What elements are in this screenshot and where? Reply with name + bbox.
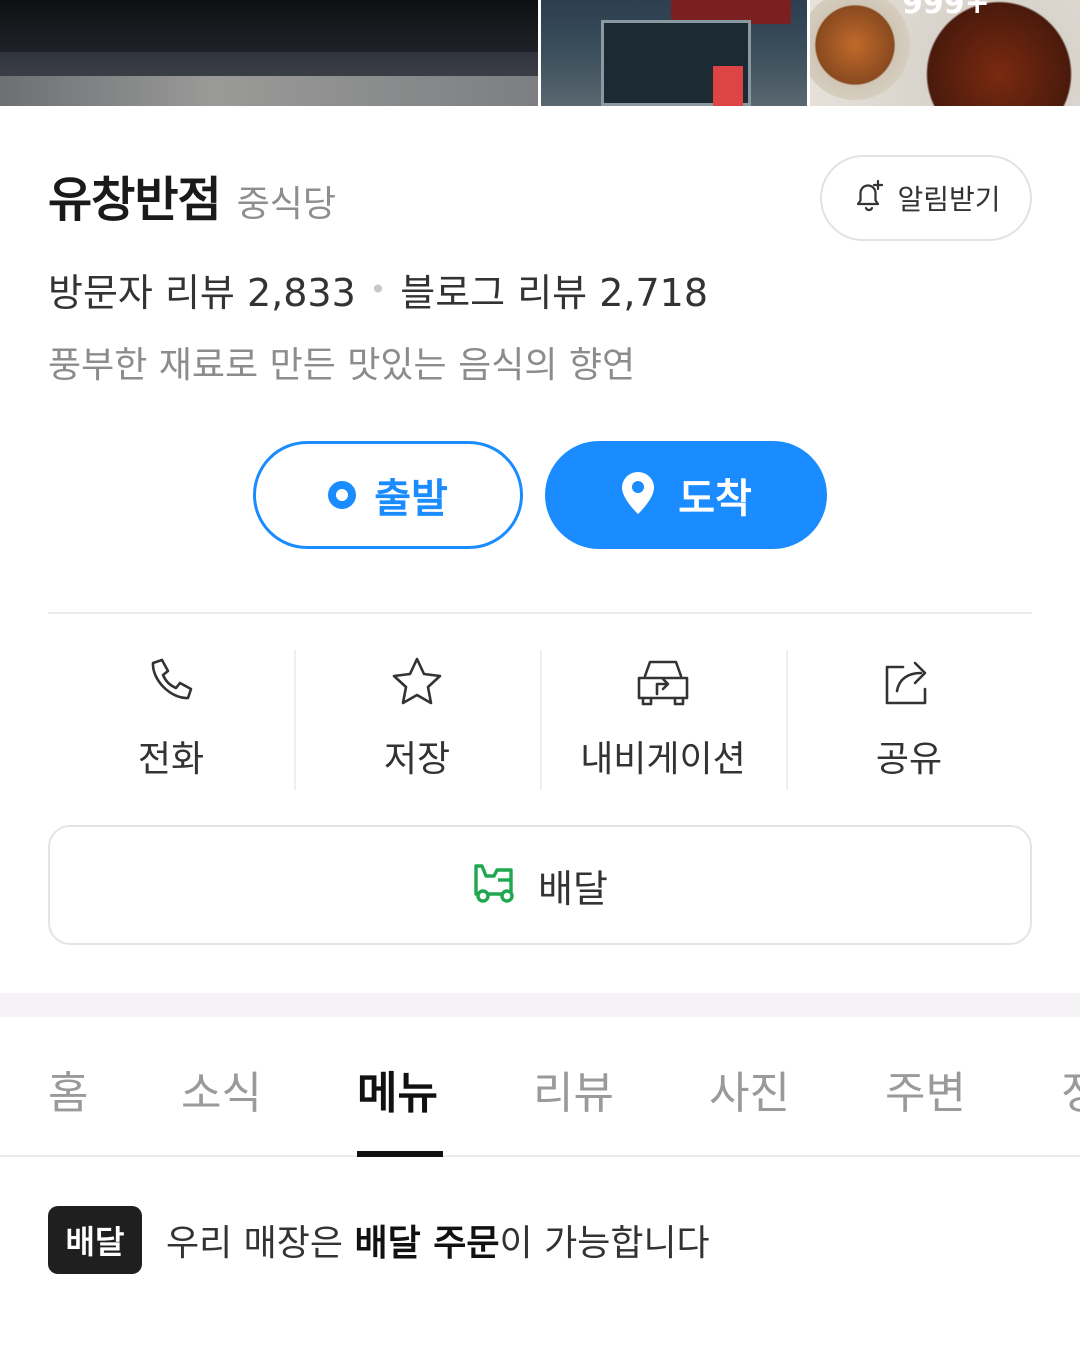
place-category: 중식당: [236, 184, 337, 225]
delivery-truck-icon: [472, 862, 518, 908]
delivery-badge: 배달: [48, 1206, 142, 1274]
photo-strip[interactable]: 999+: [0, 0, 1080, 106]
navigation-label: 내비게이션: [580, 739, 746, 780]
star-icon: [389, 650, 445, 714]
tab-nearby[interactable]: 주변: [885, 1057, 966, 1121]
navigation-action[interactable]: 내비게이션: [540, 650, 786, 790]
section-divider: [48, 612, 1032, 614]
location-pin-icon: [620, 470, 656, 520]
storefront-photo[interactable]: [0, 0, 538, 106]
bell-plus-icon: [851, 177, 889, 219]
active-tab-indicator: [357, 1151, 443, 1157]
save-action[interactable]: 저장: [294, 650, 540, 790]
tab-reviews[interactable]: 리뷰: [533, 1057, 614, 1121]
poster-image: [713, 66, 743, 106]
call-label: 전화: [137, 739, 205, 780]
delivery-notice-text: 우리 매장은 배달 주문이 가능합니다: [166, 1214, 710, 1266]
photo-count-label: 999+: [902, 0, 990, 21]
place-description: 풍부한 재료로 만든 맛있는 음식의 향연: [48, 345, 636, 386]
blog-review-link[interactable]: 블로그 리뷰 2,718: [400, 262, 708, 317]
awning-image: [0, 76, 538, 106]
plate-image: [810, 0, 910, 100]
tab-news[interactable]: 소식: [181, 1057, 262, 1121]
action-row: 전화 저장 내비게이션 공유: [48, 650, 1032, 790]
arrive-route-button[interactable]: 도착: [545, 441, 827, 549]
share-label: 공유: [875, 739, 943, 780]
car-navigation-icon: [633, 650, 693, 714]
tab-photos[interactable]: 사진: [709, 1057, 790, 1121]
visitor-review-link[interactable]: 방문자 리뷰 2,833: [48, 262, 356, 317]
delivery-notice: 배달 우리 매장은 배달 주문이 가능합니다: [48, 1206, 710, 1274]
phone-icon: [144, 650, 198, 714]
save-label: 저장: [383, 739, 451, 780]
title-row: 유창반점 중식당: [48, 160, 336, 230]
start-route-button[interactable]: 출발: [253, 441, 523, 549]
call-action[interactable]: 전화: [48, 650, 294, 790]
entrance-photo[interactable]: [541, 0, 807, 106]
delivery-button[interactable]: 배달: [48, 825, 1032, 945]
share-icon: [881, 650, 937, 714]
review-summary: 방문자 리뷰 2,833 • 블로그 리뷰 2,718: [48, 262, 708, 317]
share-action[interactable]: 공유: [786, 650, 1032, 790]
alarm-label: 알림받기: [897, 183, 1001, 216]
tab-menu[interactable]: 메뉴: [357, 1057, 438, 1121]
alarm-button[interactable]: 알림받기: [820, 155, 1032, 241]
delivery-label: 배달: [538, 866, 608, 911]
food-photo[interactable]: 999+: [810, 0, 1080, 106]
tab-bar: 홈 소식 메뉴 리뷰 사진 주변 정: [0, 1017, 1080, 1157]
tab-home[interactable]: 홈: [48, 1057, 88, 1121]
review-separator: •: [369, 273, 387, 306]
notice-text-after: 이 가능합니다: [499, 1223, 710, 1264]
origin-dot-icon: [328, 481, 357, 509]
notice-text-before: 우리 매장은: [166, 1223, 355, 1264]
arrive-route-label: 도착: [678, 476, 752, 522]
notice-text-bold: 배달 주문: [354, 1223, 500, 1264]
start-route-label: 출발: [374, 476, 448, 522]
sign-board-image: [0, 0, 538, 52]
section-gap: [0, 993, 1080, 1017]
place-name: 유창반점: [48, 172, 222, 228]
tab-info[interactable]: 정: [1061, 1057, 1080, 1121]
